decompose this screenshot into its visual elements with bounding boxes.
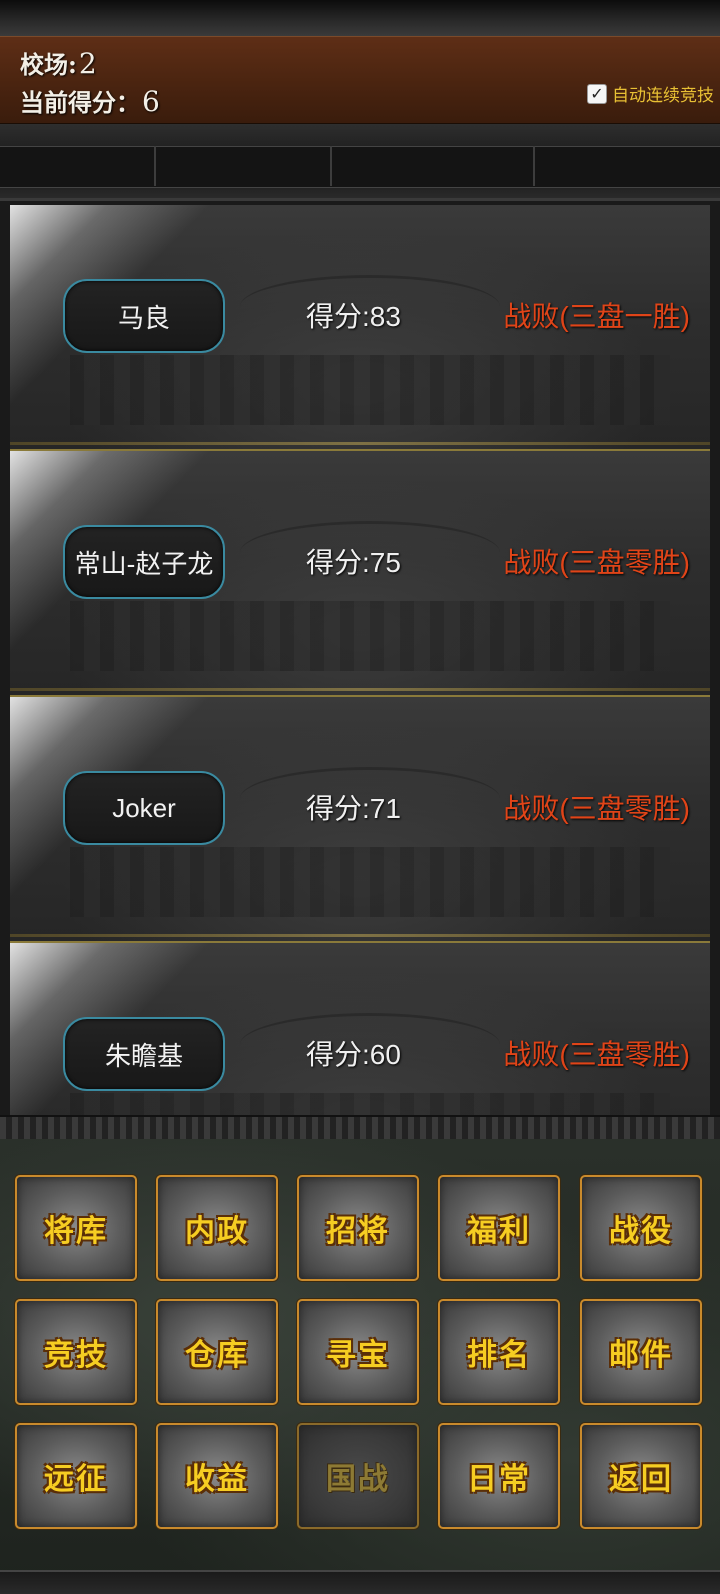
- palace-bg: [70, 355, 670, 425]
- menu-button-generals[interactable]: 将库: [15, 1175, 137, 1281]
- opponent-row[interactable]: 常山-赵子龙 得分:75 战败(三盘零胜): [10, 451, 710, 697]
- menu-button-ranking[interactable]: 排名: [438, 1299, 560, 1405]
- main-menu: 将库 内政 招将 福利 战役 竞技 仓库 寻宝 排名 邮件 远征 收益 国战 日…: [0, 1139, 720, 1592]
- opponent-row[interactable]: 朱瞻基 得分:60 战败(三盘零胜): [10, 943, 710, 1115]
- row-divider: [10, 688, 710, 691]
- arena-info: 校场:2: [20, 45, 97, 80]
- score-label: 当前得分：: [20, 88, 140, 117]
- opponent-row[interactable]: Joker 得分:71 战败(三盘零胜): [10, 697, 710, 943]
- menu-button-income[interactable]: 收益: [156, 1423, 278, 1529]
- tab-divider: [154, 146, 156, 186]
- current-score: 当前得分：6: [20, 83, 160, 118]
- arena-header: 校场:2 当前得分：6 ✓ 自动连续竞技: [0, 36, 720, 125]
- checkbox-checked-icon[interactable]: ✓: [587, 83, 607, 104]
- arena-value: 2: [78, 47, 97, 80]
- palace-bg: [70, 601, 670, 671]
- opponent-name-button[interactable]: Joker: [63, 771, 225, 845]
- tab-divider: [330, 146, 332, 186]
- opponent-name-button[interactable]: 朱瞻基: [63, 1017, 225, 1091]
- tab-divider: [533, 146, 535, 186]
- bottom-strip: [0, 1570, 720, 1594]
- auto-compete-toggle[interactable]: ✓ 自动连续竞技: [587, 81, 714, 106]
- opponent-score: 得分:75: [306, 547, 401, 578]
- score-value: 6: [142, 85, 160, 118]
- battle-result: 战败(三盘零胜): [503, 1039, 690, 1070]
- menu-button-warehouse[interactable]: 仓库: [156, 1299, 278, 1405]
- menu-button-national-war[interactable]: 国战: [297, 1423, 419, 1529]
- menu-button-expedition[interactable]: 远征: [15, 1423, 137, 1529]
- menu-button-mail[interactable]: 邮件: [580, 1299, 702, 1405]
- menu-button-treasure[interactable]: 寻宝: [297, 1299, 419, 1405]
- battle-result: 战败(三盘一胜): [503, 301, 690, 332]
- tab-strip: [0, 124, 720, 201]
- arena-label: 校场:: [20, 50, 77, 79]
- opponent-score: 得分:71: [306, 793, 401, 824]
- opponent-name-button[interactable]: 马良: [63, 279, 225, 353]
- palace-bg: [70, 847, 670, 917]
- menu-button-welfare[interactable]: 福利: [438, 1175, 560, 1281]
- top-bar: [0, 0, 720, 38]
- opponent-list[interactable]: 马良 得分:83 战败(三盘一胜) 常山-赵子龙 得分:75 战败(三盘零胜) …: [10, 205, 710, 1115]
- menu-button-back[interactable]: 返回: [580, 1423, 702, 1529]
- opponent-score: 得分:83: [306, 301, 401, 332]
- tab-band: [0, 146, 720, 188]
- menu-button-daily[interactable]: 日常: [438, 1423, 560, 1529]
- menu-button-campaign[interactable]: 战役: [580, 1175, 702, 1281]
- battle-result: 战败(三盘零胜): [503, 547, 690, 578]
- menu-button-arena[interactable]: 竞技: [15, 1299, 137, 1405]
- row-divider: [10, 934, 710, 937]
- opponent-name-button[interactable]: 常山-赵子龙: [63, 525, 225, 599]
- battle-result: 战败(三盘零胜): [503, 793, 690, 824]
- menu-button-domestic[interactable]: 内政: [156, 1175, 278, 1281]
- opponent-score: 得分:60: [306, 1039, 401, 1070]
- palace-bg: [70, 1093, 670, 1115]
- menu-button-recruit[interactable]: 招将: [297, 1175, 419, 1281]
- row-divider: [10, 442, 710, 445]
- auto-compete-label: 自动连续竞技: [612, 86, 714, 106]
- menu-divider: [0, 1115, 720, 1141]
- opponent-row[interactable]: 马良 得分:83 战败(三盘一胜): [10, 205, 710, 451]
